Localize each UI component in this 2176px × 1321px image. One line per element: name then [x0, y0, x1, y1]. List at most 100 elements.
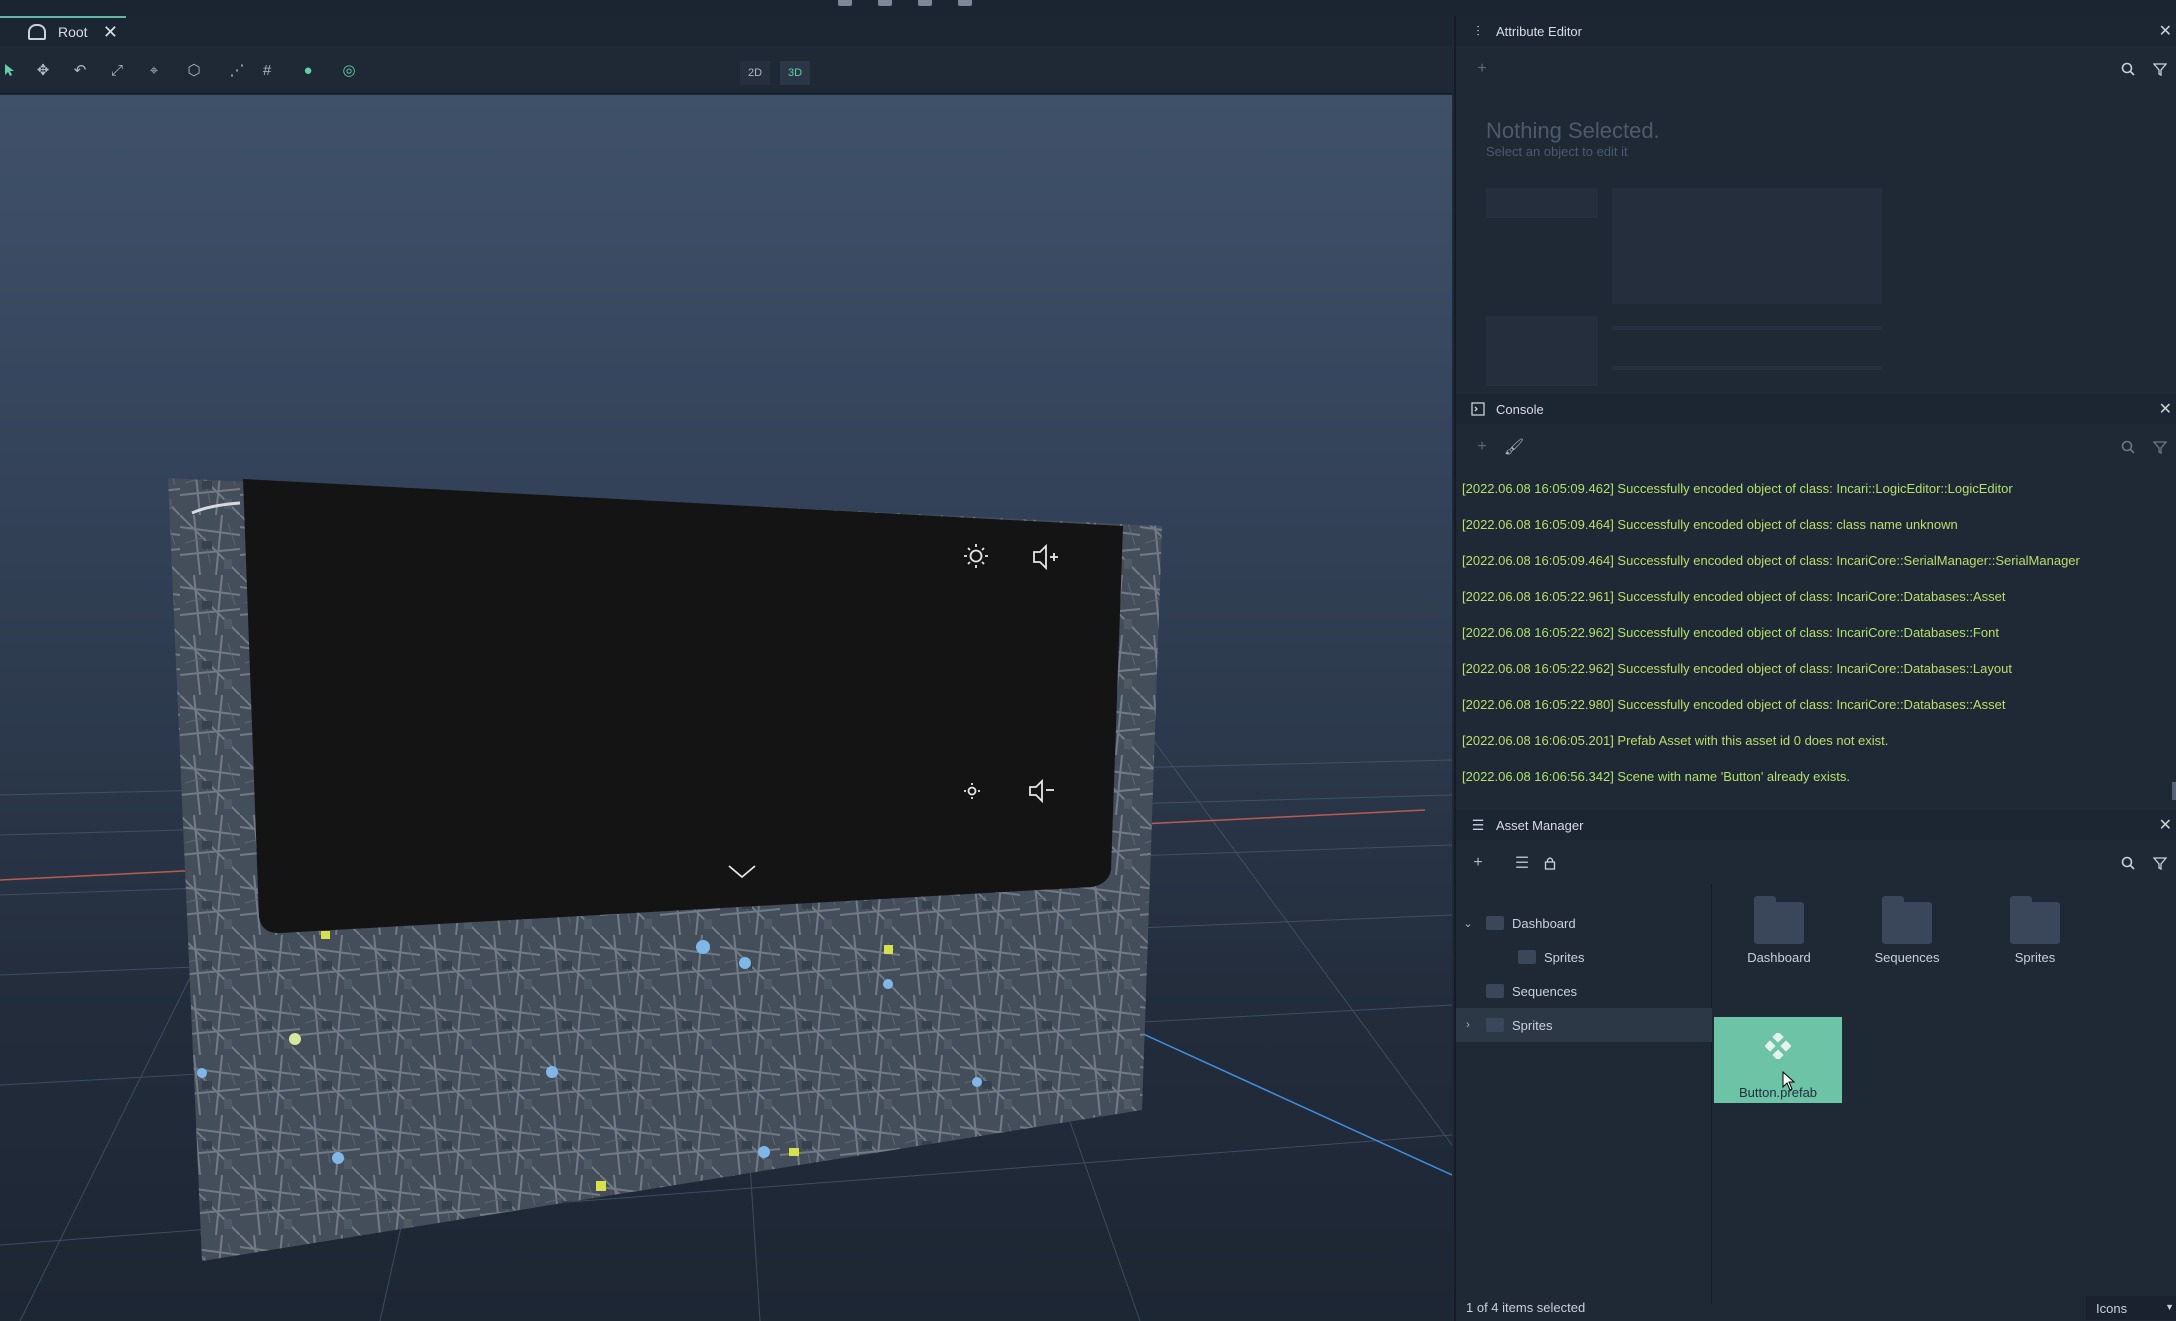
playback-controls — [838, 0, 972, 8]
placeholder-block — [1486, 316, 1598, 386]
asset-manager-toolbar: + ☰ — [1456, 845, 2176, 881]
asset-folder-sprites[interactable]: Sprites — [1988, 896, 2082, 965]
mode-2d-button[interactable]: 2D — [740, 61, 770, 85]
scene-icon — [28, 24, 46, 40]
attribute-editor-header: ⫶ Attribute Editor ✕ — [1456, 16, 2176, 46]
log-line: [2022.06.08 16:05:09.462] Successfully e… — [1462, 480, 2013, 496]
attribute-editor-title: Attribute Editor — [1496, 23, 1582, 39]
close-icon[interactable]: ✕ — [103, 22, 118, 43]
placeholder-block — [1612, 188, 1882, 304]
light-tool-icon[interactable]: ● — [298, 60, 318, 80]
asset-folder-sequences[interactable]: Sequences — [1860, 896, 1954, 965]
folder-icon — [2010, 896, 2060, 944]
filter-icon[interactable] — [2150, 437, 2170, 457]
log-line: [2022.06.08 16:06:05.201] Prefab Asset w… — [1462, 732, 1889, 748]
add-icon[interactable]: + — [1472, 437, 1492, 457]
top-strip — [0, 0, 2176, 16]
folder-icon — [1754, 896, 1804, 944]
log-line: [2022.06.08 16:06:56.342] Scene with nam… — [1462, 768, 1851, 784]
record-icon[interactable] — [958, 0, 972, 6]
grid-tool-icon[interactable]: # — [257, 60, 277, 80]
scale-tool-icon[interactable]: ⤢ — [107, 60, 127, 80]
add-asset-icon[interactable]: + — [1468, 853, 1488, 873]
viewport-scene-graphic — [0, 478, 1452, 1321]
folder-icon — [1486, 984, 1504, 998]
chevron-down-icon[interactable]: ⌄ — [1462, 917, 1474, 930]
asset-label: Sequences — [1874, 950, 1940, 965]
close-icon[interactable]: ✕ — [2159, 21, 2172, 41]
sliders-icon: ⫶ — [1476, 22, 1480, 39]
lock-icon[interactable] — [1540, 853, 1560, 873]
tree-item-label: Sequences — [1512, 983, 1578, 999]
filter-icon[interactable] — [2150, 59, 2170, 79]
asset-label: Dashboard — [1747, 950, 1811, 965]
search-icon[interactable] — [2118, 59, 2138, 79]
asset-folder-dashboard[interactable]: Dashboard — [1732, 896, 1826, 965]
prefab-icon — [1765, 1033, 1791, 1059]
add-icon[interactable]: + — [1472, 59, 1492, 79]
log-line: [2022.06.08 16:05:22.961] Successfully e… — [1462, 588, 2006, 604]
view-mode-select[interactable]: Icons ▼ — [2086, 1296, 2176, 1320]
terminal-icon — [1470, 401, 1486, 417]
cube-tool-icon[interactable]: ⬡ — [184, 60, 204, 80]
folder-icon — [1486, 1018, 1504, 1032]
chevron-right-icon[interactable]: › — [1462, 1019, 1474, 1031]
folder-icon — [1518, 950, 1536, 964]
filter-icon[interactable] — [2150, 853, 2170, 873]
asset-label: Sprites — [2014, 950, 2056, 965]
folder-icon — [1486, 916, 1504, 930]
editor-window: Root ✕ ✥ ↶ ⤢ ⌖ ⬡ ⋰ # ● ◎ 2D 3D ⫶ Attribu… — [0, 0, 2176, 1321]
selection-status: 1 of 4 items selected — [1466, 1300, 1586, 1315]
tree-item-label: Dashboard — [1512, 915, 1576, 931]
mode-3d-button[interactable]: 3D — [780, 61, 810, 85]
select-tool-icon[interactable] — [0, 60, 20, 80]
right-panels: ⫶ Attribute Editor ✕ + Nothing Selected.… — [1454, 16, 2176, 1321]
empty-state-title: Nothing Selected. — [1486, 118, 1660, 143]
camera-tool-icon[interactable]: ◎ — [339, 60, 359, 80]
log-line: [2022.06.08 16:05:22.962] Successfully e… — [1462, 660, 2012, 676]
console-header: Console ✕ — [1456, 394, 2176, 424]
folder-icon — [1882, 896, 1932, 944]
placeholder-line — [1612, 366, 1882, 370]
asset-button-prefab[interactable]: Button.prefab — [1714, 1017, 1842, 1103]
console-scrollbar[interactable] — [2172, 782, 2176, 800]
tree-item-label: Sprites — [1544, 949, 1585, 965]
path-tool-icon[interactable]: ⋰ — [227, 60, 247, 80]
tab-root[interactable]: Root ✕ — [0, 16, 126, 46]
close-icon[interactable]: ✕ — [2159, 815, 2172, 835]
attribute-editor-toolbar: + — [1456, 51, 2176, 87]
tree-item-sequences[interactable]: Sequences — [1456, 974, 1712, 1008]
move-tool-icon[interactable]: ✥ — [33, 60, 53, 80]
clear-brush-icon[interactable]: 🖌 — [1504, 437, 1524, 457]
tree-item-dashboard[interactable]: ⌄ Dashboard — [1456, 906, 1712, 940]
placeholder-line — [1612, 326, 1882, 330]
asset-manager-title: Asset Manager — [1496, 817, 1584, 833]
console-log-list: [2022.06.08 16:05:09.462] Successfully e… — [1456, 470, 2176, 812]
log-line: [2022.06.08 16:05:22.980] Successfully e… — [1462, 696, 2006, 712]
asset-label: Button.prefab — [1738, 1085, 1818, 1100]
chevron-down-icon: ▼ — [2165, 1302, 2174, 1312]
mouse-cursor-icon — [1782, 1071, 1796, 1091]
search-icon[interactable] — [2118, 437, 2138, 457]
placeholder-block — [1486, 188, 1598, 218]
tree-item-sprites-root[interactable]: › Sprites — [1456, 1008, 1712, 1042]
close-icon[interactable]: ✕ — [2159, 399, 2172, 419]
log-line: [2022.06.08 16:05:09.464] Successfully e… — [1462, 552, 2080, 568]
pin-tool-icon[interactable]: ⌖ — [144, 60, 164, 80]
stack-icon: ☰ — [1471, 816, 1485, 833]
list-view-icon[interactable]: ☰ — [1512, 853, 1532, 873]
tree-item-sprites[interactable]: Sprites — [1456, 940, 1712, 974]
tree-item-label: Sprites — [1512, 1017, 1553, 1033]
scene-viewport[interactable] — [0, 95, 1452, 1321]
viewport-toolbar: ✥ ↶ ⤢ ⌖ ⬡ ⋰ # ● ◎ — [0, 46, 1452, 94]
log-line: [2022.06.08 16:05:22.962] Successfully e… — [1462, 624, 1999, 640]
stop-icon[interactable] — [918, 0, 932, 6]
console-title: Console — [1496, 401, 1544, 417]
scene-tab-bar: Root ✕ — [0, 16, 1452, 46]
play-icon[interactable] — [878, 0, 892, 6]
empty-state-subtitle: Select an object to edit it — [1486, 144, 1628, 159]
console-toolbar: + 🖌 — [1456, 429, 2176, 465]
rotate-tool-icon[interactable]: ↶ — [70, 60, 90, 80]
rewind-icon[interactable] — [838, 0, 852, 6]
search-icon[interactable] — [2118, 853, 2138, 873]
